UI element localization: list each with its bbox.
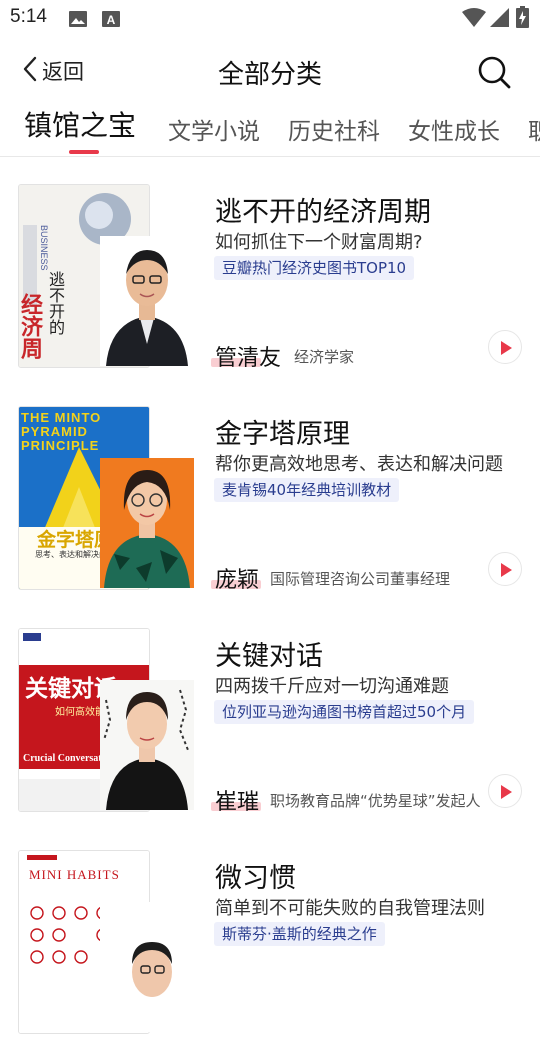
play-icon — [501, 341, 512, 355]
book-item[interactable]: 关键对话 如何高效能沟通 Crucial Conversations 关键对话 … — [0, 602, 540, 824]
book-cover: BUSINESS 逃不开的 经济周期 — [18, 184, 194, 368]
book-cover: MINI HABITS — [18, 850, 194, 1034]
author-portrait — [100, 236, 194, 366]
book-tag: 斯蒂芬·盖斯的经典之作 — [214, 922, 385, 946]
wifi-icon — [462, 8, 486, 32]
book-subtitle: 四两拨千斤应对一切沟通难题 — [215, 676, 449, 697]
search-button[interactable] — [476, 54, 512, 90]
author-name: 管清友 — [215, 346, 282, 371]
tab-zhenguanzhibao[interactable]: 镇馆之宝 — [24, 104, 136, 144]
author-portrait — [100, 458, 194, 588]
tab-wenxue-xiaoshuo[interactable]: 文学小说 — [168, 112, 260, 146]
author-name: 庞颖 — [215, 568, 260, 593]
cover-big-text: MINI HABITS — [29, 867, 120, 882]
book-tag: 麦肯锡40年经典培训教材 — [214, 478, 400, 502]
book-title: 关键对话 — [215, 641, 323, 672]
cover-big-text: 逃不开的 — [46, 271, 65, 335]
book-cover: 关键对话 如何高效能沟通 Crucial Conversations — [18, 628, 194, 812]
book-item[interactable]: BUSINESS 逃不开的 经济周期 逃不开的经济周期 如何抓住下 — [0, 158, 540, 380]
tabs-divider — [0, 156, 540, 157]
a-box-icon: A — [101, 10, 121, 32]
tab-zhi[interactable]: 职 — [528, 112, 540, 146]
signal-icon — [490, 8, 510, 32]
author-portrait — [100, 680, 194, 810]
book-item[interactable]: THE MINTO PYRAMID PRINCIPLE 金字塔原理 思考、表达和… — [0, 380, 540, 602]
book-subtitle: 简单到不可能失败的自我管理法则 — [215, 898, 485, 919]
book-tag: 位列亚马逊沟通图书榜首超过50个月 — [214, 700, 475, 724]
cover-spine-text: BUSINESS — [39, 225, 49, 271]
cover-top-text: THE MINTO PYRAMID PRINCIPLE — [21, 410, 102, 453]
status-bar: 5:14 A — [0, 0, 540, 36]
play-icon — [501, 563, 512, 577]
book-cover: THE MINTO PYRAMID PRINCIPLE 金字塔原理 思考、表达和… — [18, 406, 194, 590]
cover-red-text: 经济周期 — [18, 293, 42, 359]
back-label: 返回 — [42, 60, 84, 84]
battery-icon — [516, 6, 529, 32]
play-button[interactable] — [488, 330, 522, 364]
author-role: 职场教育品牌“优势星球”发起人 — [270, 792, 481, 810]
play-button[interactable] — [488, 774, 522, 808]
tab-nvxing-chengzhang[interactable]: 女性成长 — [408, 112, 500, 146]
chevron-left-icon — [22, 56, 38, 86]
tab-lishi-sheke[interactable]: 历史社科 — [288, 112, 380, 146]
author-portrait — [100, 902, 194, 1032]
author-name: 崔璀 — [215, 790, 260, 815]
book-item[interactable]: MINI HABITS 微习惯 简单到不可能失败的自我管理法则 斯蒂芬·盖斯的经… — [0, 824, 540, 1046]
book-subtitle: 帮你更高效地思考、表达和解决问题 — [215, 454, 503, 475]
back-button[interactable]: 返回 — [22, 56, 84, 86]
book-title: 微习惯 — [215, 863, 296, 894]
category-tabs: 镇馆之宝 文学小说 历史社科 女性成长 职 — [0, 104, 540, 156]
author-role: 国际管理咨询公司董事经理 — [270, 570, 451, 588]
play-icon — [501, 785, 512, 799]
status-time: 5:14 — [10, 6, 47, 27]
book-tag: 豆瓣热门经济史图书TOP10 — [214, 256, 415, 280]
svg-text:A: A — [107, 13, 116, 27]
book-list: BUSINESS 逃不开的 经济周期 逃不开的经济周期 如何抓住下 — [0, 158, 540, 1046]
book-subtitle: 如何抓住下一个财富周期? — [215, 232, 423, 253]
image-icon — [68, 10, 88, 32]
play-button[interactable] — [488, 552, 522, 586]
active-tab-indicator — [69, 150, 99, 154]
book-title: 逃不开的经济周期 — [215, 197, 431, 228]
navbar: 返回 全部分类 — [0, 44, 540, 98]
search-icon — [476, 56, 512, 94]
author-role: 经济学家 — [294, 348, 355, 366]
book-title: 金字塔原理 — [215, 419, 350, 450]
